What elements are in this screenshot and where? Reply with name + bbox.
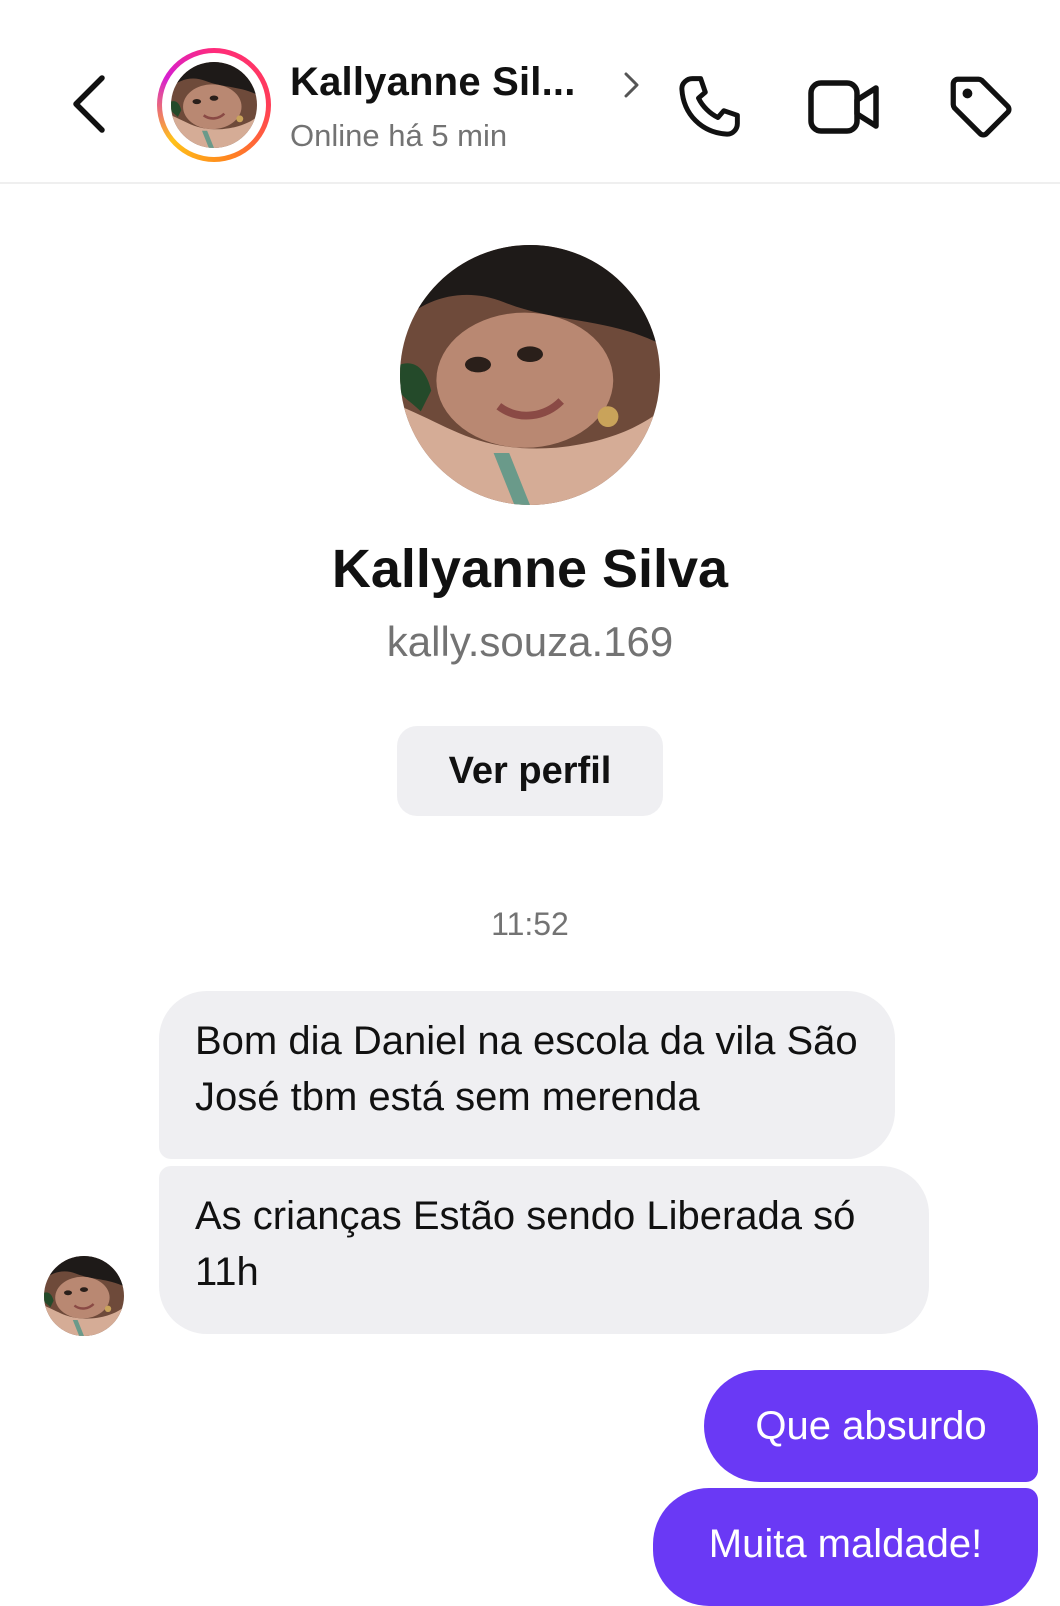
outgoing-message[interactable]: Muita maldade! (653, 1488, 1038, 1606)
profile-name: Kallyanne Silva (331, 539, 729, 599)
tag-icon (950, 76, 1012, 138)
video-camera-icon (808, 80, 879, 134)
chevron-right-icon (624, 72, 639, 98)
video-call-button[interactable] (806, 76, 882, 138)
view-profile-button[interactable]: Ver perfil (397, 726, 663, 816)
back-button[interactable] (60, 72, 116, 136)
incoming-message[interactable]: As crianças Estão sendo Liberada só 11h (159, 1166, 929, 1334)
label-button[interactable] (944, 70, 1018, 144)
call-button[interactable] (672, 70, 746, 144)
message-timestamp: 11:52 (491, 906, 569, 942)
profile-username: kally.souza.169 (386, 618, 674, 665)
profile-avatar[interactable] (400, 245, 660, 505)
incoming-message[interactable]: Bom dia Daniel na escola da vila São Jos… (159, 991, 895, 1159)
chevron-left-icon (73, 75, 105, 133)
sender-avatar[interactable] (44, 1256, 124, 1336)
header-avatar (171, 62, 257, 148)
outgoing-message[interactable]: Que absurdo (704, 1370, 1038, 1482)
phone-icon (679, 76, 740, 137)
chat-header: Kallyanne Sil... Online há 5 min (0, 0, 1060, 184)
online-status: Online há 5 min (290, 118, 508, 153)
contact-info-button[interactable] (622, 68, 642, 102)
header-avatar-story-ring[interactable] (157, 48, 271, 162)
contact-name[interactable]: Kallyanne Sil... (290, 60, 576, 105)
